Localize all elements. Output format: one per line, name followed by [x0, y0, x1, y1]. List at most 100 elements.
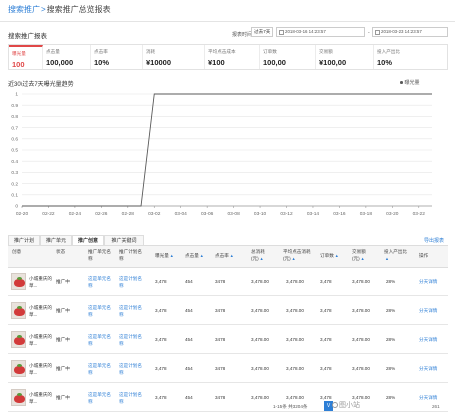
y-tick-label: 0.7	[11, 125, 18, 131]
export-report-link[interactable]: 导出报表	[424, 237, 444, 244]
col-clicks[interactable]: 点击量▲	[185, 253, 204, 260]
metric-card-cost[interactable]: 消耗 ¥10000	[143, 45, 205, 69]
cell-status: 推广中	[56, 366, 70, 371]
metric-card-orders[interactable]: 订单数 100,00	[260, 45, 316, 69]
metric-value: ¥100,00	[319, 58, 347, 67]
cell-ctr: 3478	[215, 279, 226, 284]
x-tick-label: 03-10	[254, 211, 267, 217]
cell-action-link[interactable]: 分天详情	[419, 395, 437, 402]
col-roi[interactable]: 投入产出比▲	[384, 249, 410, 262]
metric-value: 100	[12, 60, 25, 69]
y-tick-label: 0	[15, 204, 18, 210]
watermark-logo-icon	[332, 402, 338, 409]
y-tick-label: 0.2	[11, 181, 18, 187]
cell-plan-name-link[interactable]: 这是计划名称	[119, 276, 143, 289]
col-total-cost[interactable]: 总消耗(元)▲	[251, 249, 277, 262]
cell-status: 推广中	[56, 279, 70, 284]
col-revenue[interactable]: 交易额(元)▲	[352, 249, 376, 262]
chart-legend[interactable]: 曝光量	[400, 79, 420, 86]
cell-plan-name-link[interactable]: 这是计划名称	[119, 334, 143, 347]
tab-keyword[interactable]: 推广关键词	[104, 235, 144, 245]
cell-action-link[interactable]: 分天详情	[419, 308, 437, 315]
x-tick-label: 02-20	[16, 211, 29, 217]
x-tick-label: 03-08	[227, 211, 240, 217]
metric-card-avg-click-cost[interactable]: 平均点击成本 ¥100	[205, 45, 260, 69]
breadcrumb-parent-link[interactable]: 搜索推广	[8, 5, 40, 14]
cell-unit-name-link[interactable]: 这是单元名称	[88, 363, 112, 376]
page-number: 261	[432, 404, 440, 409]
metric-card-clicks[interactable]: 点击量 100,000	[43, 45, 91, 69]
cell-avg-click-cost: 3,478.00	[286, 395, 304, 400]
cell-action-link[interactable]: 分天详情	[419, 279, 437, 286]
col-ctr-label: 点击率	[215, 253, 229, 258]
cell-status: 推广中	[56, 337, 70, 342]
x-tick-label: 02-22	[42, 211, 55, 217]
metrics-bar: 曝光量 100 点击量 100,000 点击率 10% 消耗 ¥10000 平均点击成本…	[8, 44, 448, 70]
cell-total-cost: 3,478.00	[251, 337, 269, 342]
y-tick-label: 0.8	[11, 114, 18, 120]
creative-thumbnail[interactable]	[11, 302, 26, 319]
start-datetime-field[interactable]: 2018-03-16 14:23:57	[276, 27, 365, 37]
x-tick-label: 03-14	[307, 211, 320, 217]
col-orders[interactable]: 订单数▲	[320, 253, 339, 260]
col-avg-click-cost-label: 平均点击消耗(元)	[283, 249, 311, 261]
cell-roi: 28%	[386, 279, 396, 284]
x-tick-label: 03-04	[175, 211, 188, 217]
metric-card-impressions[interactable]: 曝光量 100	[9, 45, 43, 69]
cell-impressions: 3,478	[155, 366, 167, 371]
creative-thumbnail[interactable]	[11, 273, 26, 290]
cell-avg-click-cost: 3,478.00	[286, 366, 304, 371]
col-ctr[interactable]: 点击率▲	[215, 253, 234, 260]
cell-plan-name-link[interactable]: 这是计划名称	[119, 363, 143, 376]
col-plan-name: 推广计划名称	[119, 249, 142, 261]
cell-creative-title: 小城重庆的草...	[29, 305, 52, 317]
creative-thumbnail[interactable]	[11, 360, 26, 377]
table-row: 小城重庆的草... 推广中 这是单元名称 这是计划名称 3,478 454 3478 3,47…	[8, 268, 448, 296]
col-impressions[interactable]: 曝光量▲	[155, 253, 174, 260]
metric-value: 10%	[377, 58, 393, 67]
col-creative: 创意	[12, 249, 22, 254]
cell-impressions: 3,478	[155, 395, 167, 400]
end-datetime-field[interactable]: 2018-03-23 14:23:57	[372, 27, 448, 37]
col-unit-name: 推广单元名称	[88, 249, 111, 261]
metric-value: 100,000	[46, 58, 74, 67]
sort-icon: ▲	[199, 253, 204, 258]
cell-creative-title: 小城重庆的草...	[29, 363, 52, 375]
cell-revenue: 3,478.00	[352, 366, 370, 371]
cell-plan-name-link[interactable]: 这是计划名称	[119, 305, 143, 318]
sort-icon: ▲	[169, 253, 174, 258]
tab-creative[interactable]: 推广创意	[72, 235, 104, 245]
tab-unit[interactable]: 推广单元	[40, 235, 72, 245]
cell-plan-name-link[interactable]: 这是计划名称	[119, 392, 143, 405]
breadcrumb-separator: >	[41, 5, 46, 14]
x-tick-label: 02-24	[69, 211, 82, 217]
metric-card-ctr[interactable]: 点击率 10%	[91, 45, 143, 69]
metric-card-roi[interactable]: 投入产出比 10%	[374, 45, 447, 69]
creative-thumbnail[interactable]	[11, 389, 26, 406]
cell-action-link[interactable]: 分天详情	[419, 337, 437, 344]
x-tick-label: 03-16	[333, 211, 346, 217]
creative-thumbnail[interactable]	[11, 331, 26, 348]
report-table: 创意 状态 推广单元名称 推广计划名称 曝光量▲ 点击量▲ 点击率▲ 总消耗(元…	[8, 245, 448, 412]
cell-creative-title: 小城重庆的草...	[29, 276, 52, 288]
y-tick-label: 0.5	[11, 148, 18, 154]
tab-plan[interactable]: 推广计划	[8, 235, 40, 245]
sort-icon: ▲	[291, 255, 296, 261]
cell-unit-name-link[interactable]: 这是单元名称	[88, 276, 112, 289]
cell-orders: 3,478	[320, 308, 332, 313]
cell-unit-name-link[interactable]: 这是单元名称	[88, 305, 112, 318]
col-avg-click-cost[interactable]: 平均点击消耗(元)▲	[283, 249, 317, 262]
metric-card-revenue[interactable]: 交易额 ¥100,00	[316, 45, 374, 69]
col-orders-label: 订单数	[320, 253, 334, 258]
cell-status: 推广中	[56, 395, 70, 400]
cell-action-link[interactable]: 分天详情	[419, 366, 437, 373]
sort-icon: ▲	[229, 253, 234, 258]
x-tick-label: 03-06	[201, 211, 214, 217]
cell-unit-name-link[interactable]: 这是单元名称	[88, 334, 112, 347]
date-preset-select[interactable]: 过去7天 ▼	[251, 27, 273, 37]
cell-clicks: 454	[185, 279, 193, 284]
cell-revenue: 3,478.00	[352, 279, 370, 284]
metric-value: ¥10000	[146, 58, 172, 67]
cell-roi: 28%	[386, 395, 396, 400]
cell-unit-name-link[interactable]: 这是单元名称	[88, 392, 112, 405]
